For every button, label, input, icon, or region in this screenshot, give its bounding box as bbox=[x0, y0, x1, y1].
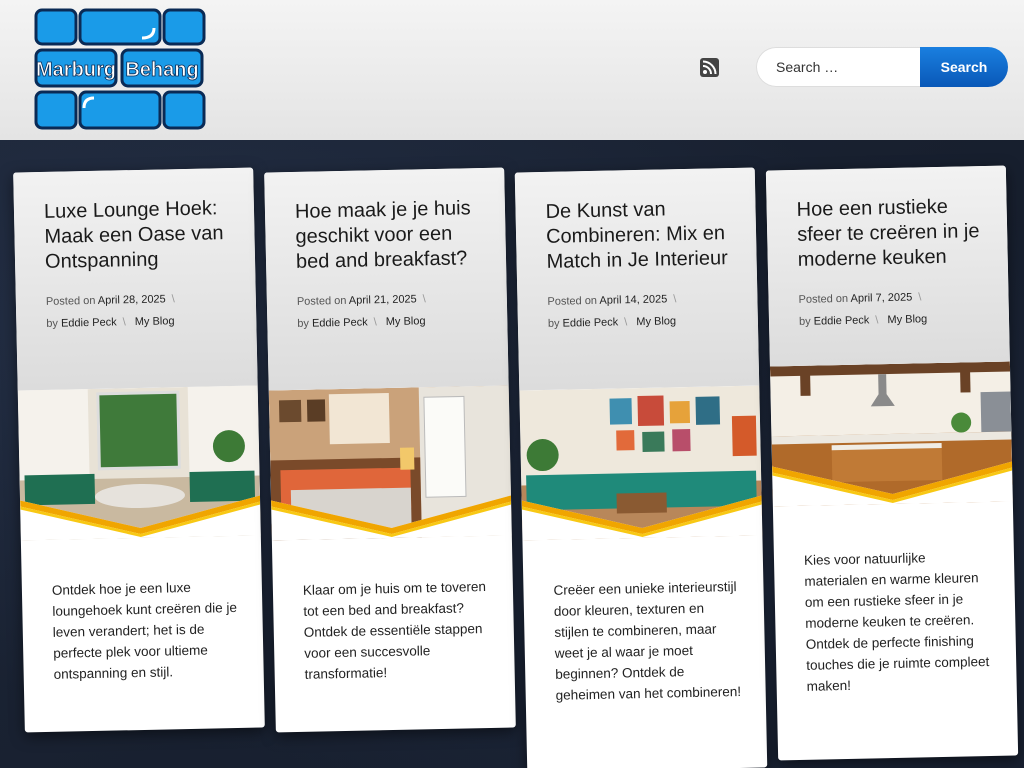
card-header: Hoe maak je je huis geschikt voor een be… bbox=[264, 167, 509, 391]
post-category[interactable]: My Blog bbox=[386, 315, 426, 328]
post-date[interactable]: April 7, 2025 bbox=[850, 292, 912, 305]
post-excerpt: Ontdek hoe je een luxe loungehoek kunt c… bbox=[51, 579, 238, 682]
card-header: Hoe een rustieke sfeer te creëren in je … bbox=[765, 165, 1010, 367]
post-author[interactable]: Eddie Peck bbox=[312, 316, 368, 329]
post-meta: Posted on April 7, 2025 \ by Eddie Peck \ … bbox=[798, 291, 928, 328]
post-title[interactable]: Hoe een rustieke sfeer te creëren in je … bbox=[796, 194, 986, 273]
search-input[interactable] bbox=[756, 47, 922, 87]
search-button[interactable]: Search bbox=[920, 47, 1008, 87]
post-title[interactable]: Luxe Lounge Hoek: Maak een Oase van Onts… bbox=[44, 196, 234, 275]
post-card: De Kunst van Combineren: Mix en Match in… bbox=[514, 167, 768, 768]
post-card: Luxe Lounge Hoek: Maak een Oase van Onts… bbox=[13, 167, 265, 733]
post-meta: Posted on April 14, 2025 \ by Eddie Peck \… bbox=[547, 293, 677, 330]
post-image[interactable] bbox=[268, 385, 512, 541]
post-author[interactable]: Eddie Peck bbox=[562, 316, 618, 329]
site-header: Marburg Behang Search bbox=[0, 0, 1024, 140]
card-header: De Kunst van Combineren: Mix en Match in… bbox=[514, 167, 760, 391]
site-logo[interactable]: Marburg Behang bbox=[34, 8, 206, 130]
post-date[interactable]: April 14, 2025 bbox=[599, 293, 667, 306]
post-excerpt: Kies voor natuurlijke materialen en warm… bbox=[803, 550, 990, 694]
post-category[interactable]: My Blog bbox=[887, 313, 927, 326]
search-form: Search bbox=[756, 47, 1008, 87]
post-image[interactable] bbox=[17, 385, 261, 541]
chevron-decoration bbox=[271, 495, 512, 541]
chevron-decoration bbox=[20, 495, 261, 541]
post-image[interactable] bbox=[769, 361, 1013, 507]
post-date[interactable]: April 21, 2025 bbox=[349, 293, 417, 306]
post-grid: Luxe Lounge Hoek: Maak een Oase van Onts… bbox=[0, 140, 1024, 768]
logo-text-2: Behang bbox=[125, 59, 198, 81]
post-card: Hoe een rustieke sfeer te creëren in je … bbox=[765, 165, 1019, 761]
post-meta: Posted on April 28, 2025 \ by Eddie Peck \… bbox=[45, 293, 175, 330]
post-category[interactable]: My Blog bbox=[135, 315, 175, 328]
post-meta: Posted on April 21, 2025 \ by Eddie Peck \… bbox=[296, 293, 426, 330]
post-author[interactable]: Eddie Peck bbox=[61, 316, 117, 329]
post-excerpt: Klaar om je huis om te toveren tot een b… bbox=[302, 579, 487, 682]
post-title[interactable]: De Kunst van Combineren: Mix en Match in… bbox=[545, 196, 735, 275]
post-title[interactable]: Hoe maak je je huis geschikt voor een be… bbox=[295, 196, 485, 275]
chevron-decoration bbox=[772, 461, 1013, 507]
chevron-decoration bbox=[521, 495, 763, 541]
post-card: Hoe maak je je huis geschikt voor een be… bbox=[264, 167, 516, 733]
post-category[interactable]: My Blog bbox=[636, 315, 676, 328]
post-excerpt: Creëer een unieke interieurstijl door kl… bbox=[553, 579, 742, 703]
logo-text-1: Marburg bbox=[36, 59, 116, 81]
card-header: Luxe Lounge Hoek: Maak een Oase van Onts… bbox=[13, 167, 258, 391]
rss-icon[interactable] bbox=[700, 58, 719, 77]
post-image[interactable] bbox=[519, 385, 763, 541]
post-date[interactable]: April 28, 2025 bbox=[98, 293, 166, 306]
post-author[interactable]: Eddie Peck bbox=[814, 314, 870, 327]
